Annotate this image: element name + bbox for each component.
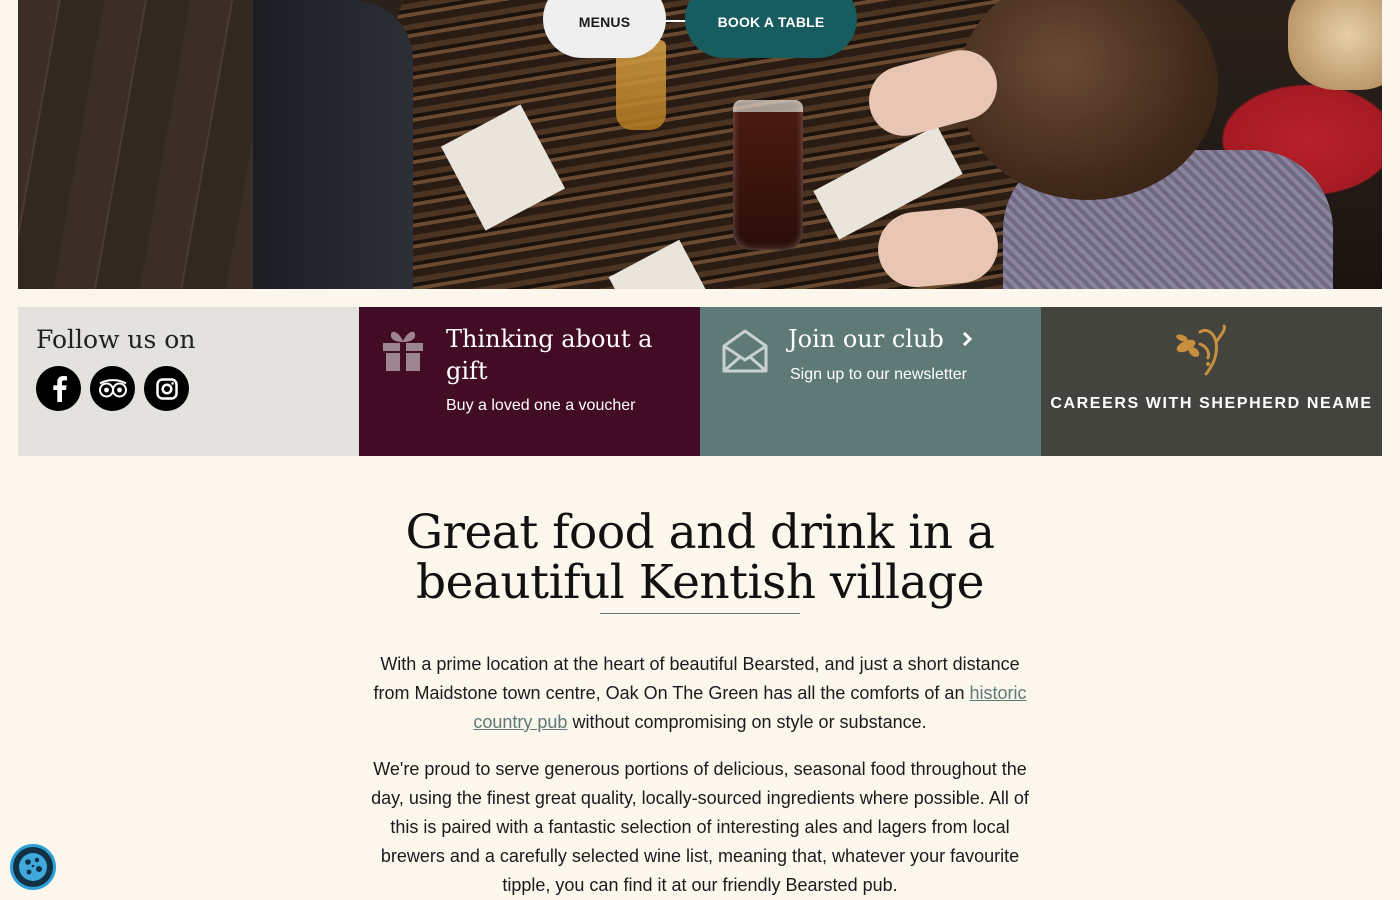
gift-subtitle: Buy a loved one a voucher <box>446 397 636 414</box>
menus-button[interactable]: MENUS <box>543 0 666 58</box>
intro-paragraph-1: With a prime location at the heart of be… <box>360 650 1040 737</box>
promo-panels: Follow us on Thinking about a gift Buy a… <box>18 307 1382 456</box>
follow-us-title: Follow us on <box>36 325 196 354</box>
facebook-icon[interactable] <box>36 366 81 411</box>
instagram-icon[interactable] <box>144 366 189 411</box>
intro-heading: Great food and drink in a beautiful Kent… <box>405 505 995 610</box>
club-subtitle: Sign up to our newsletter <box>790 366 967 383</box>
heading-divider <box>600 613 800 614</box>
cookie-settings-button[interactable] <box>10 844 56 890</box>
club-title: Join our club <box>788 323 972 355</box>
social-links <box>36 366 189 411</box>
follow-us-panel: Follow us on <box>18 307 359 456</box>
careers-panel[interactable]: CAREERS WITH SHEPHERD NEAME <box>1041 307 1382 456</box>
book-a-table-button[interactable]: BOOK A TABLE <box>685 0 857 58</box>
gift-icon <box>381 329 425 373</box>
intro-paragraph-2: We're proud to serve generous portions o… <box>371 759 1029 895</box>
careers-label: CAREERS WITH SHEPHERD NEAME <box>1050 395 1373 412</box>
cookie-icon <box>19 853 47 881</box>
tripadvisor-icon[interactable] <box>90 366 135 411</box>
club-title-text: Join our club <box>788 325 944 353</box>
join-club-panel[interactable]: Join our club Sign up to our newsletter <box>700 307 1041 456</box>
gift-voucher-panel[interactable]: Thinking about a gift Buy a loved one a … <box>359 307 700 456</box>
envelope-icon <box>721 328 769 374</box>
intro-p1-after: without compromising on style or substan… <box>572 712 927 732</box>
chevron-right-icon <box>962 332 972 346</box>
intro-p1-before: With a prime location at the heart of be… <box>373 654 1020 703</box>
hop-icon <box>1172 324 1230 376</box>
gift-title: Thinking about a gift <box>446 325 653 385</box>
